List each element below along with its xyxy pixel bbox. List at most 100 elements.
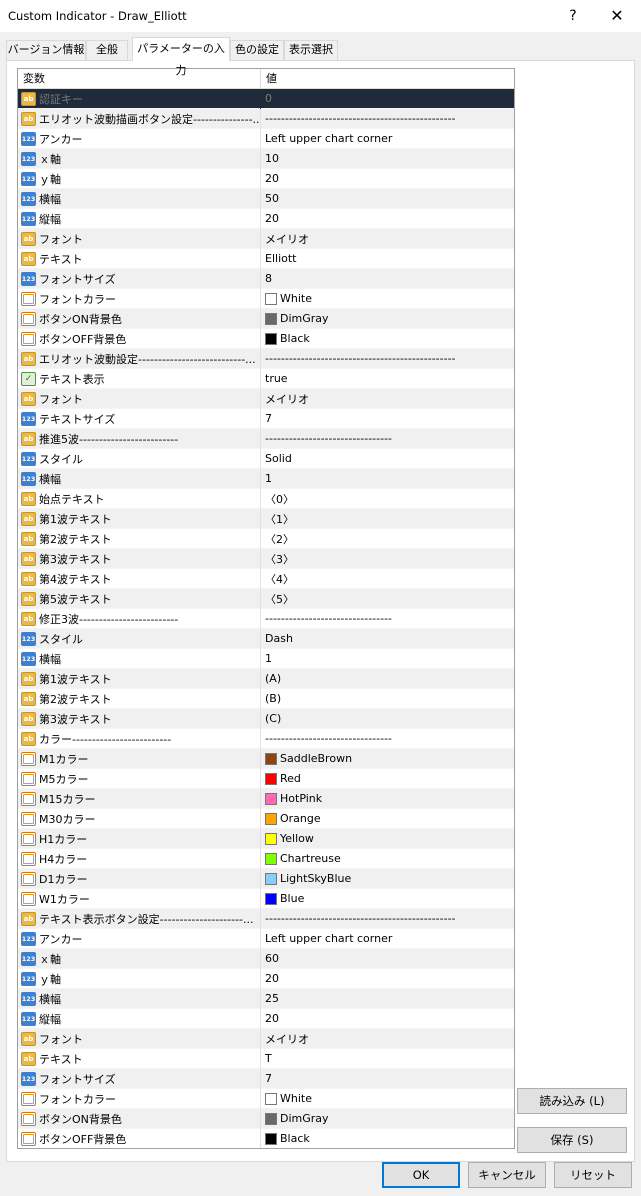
parameter-value-cell[interactable]: 20 — [261, 1012, 514, 1025]
parameter-row[interactable]: ab フォント メイリオ — [18, 228, 514, 249]
parameter-value-cell[interactable]: T — [261, 1052, 514, 1065]
parameter-value-cell[interactable]: Solid — [261, 452, 514, 465]
parameter-row[interactable]: 123 アンカー Left upper chart corner — [18, 128, 514, 149]
parameter-row[interactable]: ab 修正3波------------------------- ---------… — [18, 608, 514, 629]
parameter-row[interactable]: ✓ テキスト表示 true — [18, 368, 514, 389]
parameter-row[interactable]: ab 第3波テキスト (C) — [18, 708, 514, 729]
parameter-row[interactable]: ab 第3波テキスト 〈3〉 — [18, 548, 514, 569]
parameter-row[interactable]: ボタンOFF背景色 Black — [18, 328, 514, 349]
parameter-row[interactable]: ab 第2波テキスト (B) — [18, 688, 514, 709]
parameter-row[interactable]: 123 スタイル Dash — [18, 628, 514, 649]
parameter-value-cell[interactable]: メイリオ — [261, 391, 514, 407]
parameter-value-cell[interactable]: 60 — [261, 952, 514, 965]
parameter-value-cell[interactable]: Chartreuse — [261, 852, 514, 865]
parameter-value-cell[interactable]: White — [261, 292, 514, 305]
save-button[interactable]: 保存 (S) — [517, 1127, 627, 1153]
parameter-row[interactable]: 123 ｙ軸 20 — [18, 168, 514, 189]
parameter-value-cell[interactable]: Left upper chart corner — [261, 932, 514, 945]
parameter-row[interactable]: M5カラー Red — [18, 768, 514, 789]
parameter-row[interactable]: 123 横幅 1 — [18, 648, 514, 669]
column-header-value[interactable]: 値 — [261, 69, 514, 88]
parameter-row[interactable]: ab テキスト Elliott — [18, 248, 514, 269]
parameter-row[interactable]: W1カラー Blue — [18, 888, 514, 909]
tab-version-info[interactable]: バージョン情報 — [6, 40, 86, 60]
parameter-row[interactable]: ab 推進5波------------------------- ---------… — [18, 428, 514, 449]
parameter-value-cell[interactable]: Elliott — [261, 252, 514, 265]
help-button[interactable]: ? — [556, 0, 590, 32]
parameter-value-cell[interactable]: ----------------------------------------… — [261, 112, 514, 125]
parameter-row[interactable]: ab 第5波テキスト 〈5〉 — [18, 588, 514, 609]
parameter-value-cell[interactable]: White — [261, 1092, 514, 1105]
parameter-value-cell[interactable]: 50 — [261, 192, 514, 205]
parameter-value-cell[interactable]: 〈3〉 — [261, 551, 514, 567]
parameter-value-cell[interactable]: 〈2〉 — [261, 531, 514, 547]
tab-colors[interactable]: 色の設定 — [230, 40, 284, 60]
parameter-value-cell[interactable]: (A) — [261, 672, 514, 685]
parameter-value-cell[interactable]: メイリオ — [261, 1031, 514, 1047]
parameter-value-cell[interactable]: DimGray — [261, 1112, 514, 1125]
parameter-row[interactable]: ab フォント メイリオ — [18, 1028, 514, 1049]
parameter-value-cell[interactable]: LightSkyBlue — [261, 872, 514, 885]
parameter-row[interactable]: M15カラー HotPink — [18, 788, 514, 809]
parameter-value-cell[interactable]: Yellow — [261, 832, 514, 845]
parameter-value-cell[interactable]: 1 — [261, 472, 514, 485]
parameter-value-cell[interactable]: HotPink — [261, 792, 514, 805]
parameter-row[interactable]: ab テキスト表示ボタン設定---------------------... ---… — [18, 908, 514, 929]
parameter-value-cell[interactable]: Blue — [261, 892, 514, 905]
tab-general[interactable]: 全般 — [86, 40, 128, 60]
parameter-value-cell[interactable]: 0 — [261, 92, 514, 105]
column-header-variable[interactable]: 変数 — [18, 69, 261, 88]
parameter-row[interactable]: ab フォント メイリオ — [18, 388, 514, 409]
parameter-row[interactable]: ab エリオット波動描画ボタン設定---------------... ------… — [18, 108, 514, 129]
tab-visualization[interactable]: 表示選択 — [284, 40, 338, 60]
parameter-value-cell[interactable]: Dash — [261, 632, 514, 645]
parameter-value-cell[interactable]: 7 — [261, 412, 514, 425]
parameter-value-cell[interactable]: 10 — [261, 152, 514, 165]
parameter-row[interactable]: ab 第1波テキスト (A) — [18, 668, 514, 689]
tab-parameters[interactable]: パラメーターの入力 — [132, 37, 230, 77]
cancel-button[interactable]: キャンセル — [468, 1162, 546, 1188]
parameter-value-cell[interactable]: 20 — [261, 172, 514, 185]
parameter-row[interactable]: ボタンON背景色 DimGray — [18, 1108, 514, 1129]
load-button[interactable]: 読み込み (L) — [517, 1088, 627, 1114]
parameter-value-cell[interactable]: 〈0〉 — [261, 491, 514, 507]
parameter-value-cell[interactable]: 20 — [261, 972, 514, 985]
close-button[interactable]: ✕ — [594, 0, 640, 32]
parameter-row[interactable]: ab エリオット波動設定---------------------------..… — [18, 348, 514, 369]
parameter-row[interactable]: フォントカラー White — [18, 1088, 514, 1109]
parameter-row[interactable]: 123 横幅 25 — [18, 988, 514, 1009]
parameter-value-cell[interactable]: -------------------------------- — [261, 612, 514, 625]
parameter-value-cell[interactable]: (B) — [261, 692, 514, 705]
parameter-value-cell[interactable]: (C) — [261, 712, 514, 725]
parameter-row[interactable]: ab 第4波テキスト 〈4〉 — [18, 568, 514, 589]
parameter-value-cell[interactable]: 〈1〉 — [261, 511, 514, 527]
parameter-value-cell[interactable]: メイリオ — [261, 231, 514, 247]
parameter-row[interactable]: フォントカラー White — [18, 288, 514, 309]
parameter-row[interactable]: D1カラー LightSkyBlue — [18, 868, 514, 889]
parameter-row[interactable]: 123 ｙ軸 20 — [18, 968, 514, 989]
parameter-value-cell[interactable]: Orange — [261, 812, 514, 825]
parameter-row[interactable]: ab カラー------------------------- ----------… — [18, 728, 514, 749]
parameter-value-cell[interactable]: 7 — [261, 1072, 514, 1085]
parameter-value-cell[interactable]: true — [261, 372, 514, 385]
parameter-row[interactable]: 123 フォントサイズ 7 — [18, 1068, 514, 1089]
parameter-value-cell[interactable]: -------------------------------- — [261, 432, 514, 445]
parameter-row[interactable]: ab 第2波テキスト 〈2〉 — [18, 528, 514, 549]
parameter-row[interactable]: M30カラー Orange — [18, 808, 514, 829]
parameter-row[interactable]: ab 第1波テキスト 〈1〉 — [18, 508, 514, 529]
parameter-row[interactable]: 123 アンカー Left upper chart corner — [18, 928, 514, 949]
parameter-row[interactable]: 123 スタイル Solid — [18, 448, 514, 469]
parameter-value-cell[interactable]: ----------------------------------------… — [261, 352, 514, 365]
parameter-row[interactable]: 123 ｘ軸 10 — [18, 148, 514, 169]
parameter-row[interactable]: ab 認証キー 0 — [18, 88, 514, 109]
parameter-row[interactable]: ab 始点テキスト 〈0〉 — [18, 488, 514, 509]
parameter-row[interactable]: 123 縦幅 20 — [18, 208, 514, 229]
parameter-value-cell[interactable]: Red — [261, 772, 514, 785]
parameter-value-cell[interactable]: 〈5〉 — [261, 591, 514, 607]
parameter-value-cell[interactable]: 〈4〉 — [261, 571, 514, 587]
parameter-row[interactable]: ab テキスト T — [18, 1048, 514, 1069]
parameter-row[interactable]: 123 横幅 50 — [18, 188, 514, 209]
ok-button[interactable]: OK — [382, 1162, 460, 1188]
parameter-value-cell[interactable]: DimGray — [261, 312, 514, 325]
reset-button[interactable]: リセット — [554, 1162, 632, 1188]
